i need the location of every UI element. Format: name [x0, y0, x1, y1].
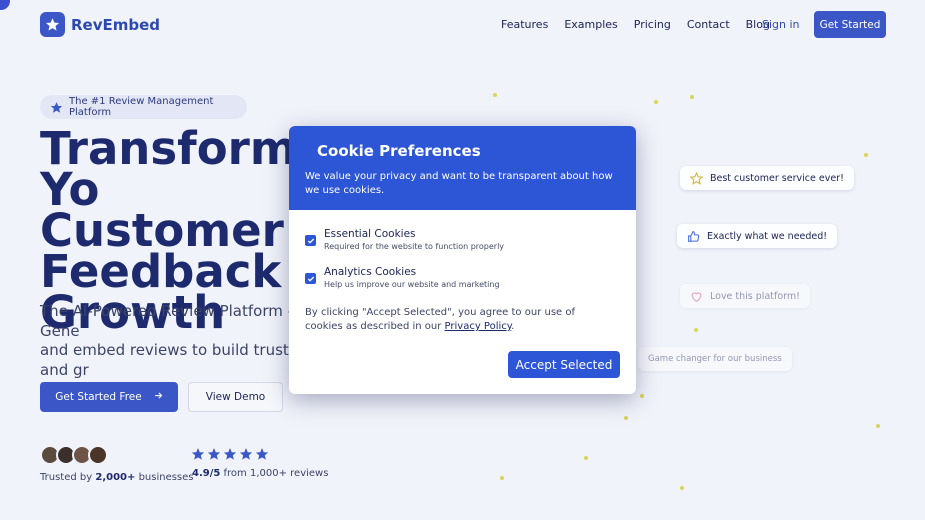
analytics-cookies-checkbox[interactable] [305, 273, 316, 284]
essential-cookies-title: Essential Cookies [324, 228, 416, 240]
cookie-dialog-header: Cookie Preferences We value your privacy… [289, 126, 636, 210]
cookie-dialog-description: We value your privacy and want to be tra… [305, 171, 613, 196]
cookie-option-essential: Essential Cookies Required for the websi… [305, 228, 504, 251]
cookie-preferences-dialog: Cookie Preferences We value your privacy… [289, 126, 636, 394]
analytics-cookies-description: Help us improve our website and marketin… [324, 280, 500, 289]
privacy-policy-link[interactable]: Privacy Policy [445, 321, 512, 332]
cookie-consent-text: By clicking "Accept Selected", you agree… [305, 307, 575, 332]
analytics-cookies-title: Analytics Cookies [324, 266, 417, 278]
essential-cookies-checkbox[interactable] [305, 235, 316, 246]
check-icon [307, 276, 314, 282]
cookie-dialog-title: Cookie Preferences [317, 142, 481, 160]
cookie-option-analytics: Analytics Cookies Help us improve our we… [305, 266, 500, 289]
essential-cookies-description: Required for the website to function pro… [324, 242, 505, 251]
accept-selected-button[interactable]: Accept Selected [508, 351, 620, 378]
check-icon [307, 238, 314, 244]
